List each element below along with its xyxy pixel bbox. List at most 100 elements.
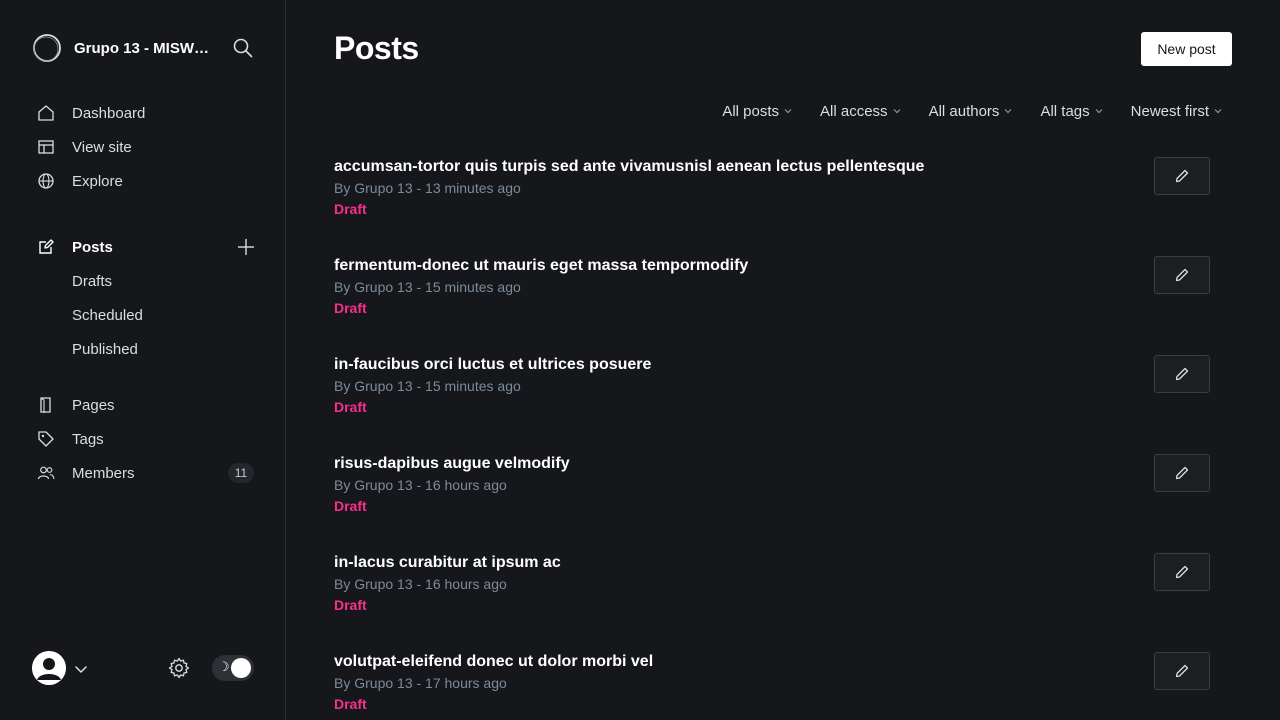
post-meta: By Grupo 13 - 15 minutes ago bbox=[334, 378, 521, 394]
primary-nav: Dashboard View site Explore bbox=[36, 96, 258, 198]
post-meta: By Grupo 13 - 16 hours ago bbox=[334, 477, 507, 493]
post-title[interactable]: in-lacus curabitur at ipsum ac bbox=[334, 552, 1210, 574]
page-icon bbox=[36, 395, 56, 415]
post-meta: By Grupo 13 - 16 hours ago bbox=[334, 576, 507, 592]
status-badge: Draft bbox=[334, 498, 367, 514]
filter-type[interactable]: All posts bbox=[722, 100, 792, 122]
edit-post-button[interactable] bbox=[1154, 553, 1210, 591]
edit-post-button[interactable] bbox=[1154, 157, 1210, 195]
post-title[interactable]: volutpat-eleifend donec ut dolor morbi v… bbox=[334, 651, 1210, 673]
post-list: accumsan-tortor quis turpis sed ante viv… bbox=[334, 156, 1210, 720]
filter-access-label: All access bbox=[820, 102, 888, 120]
moon-icon: ☽ bbox=[218, 659, 230, 674]
filter-access[interactable]: All access bbox=[820, 100, 901, 122]
edit-post-button[interactable] bbox=[1154, 256, 1210, 294]
main-content: Posts New post All posts All access All … bbox=[286, 0, 1280, 720]
filter-bar: All posts All access All authors All tag… bbox=[694, 100, 1222, 122]
nav-explore[interactable]: Explore bbox=[36, 164, 258, 198]
content-nav: Pages Tags Members 11 bbox=[36, 388, 258, 490]
tag-icon bbox=[36, 429, 56, 449]
new-post-button[interactable]: New post bbox=[1141, 32, 1232, 66]
pencil-icon bbox=[1175, 268, 1189, 282]
pencil-icon bbox=[1175, 169, 1189, 183]
post-meta: By Grupo 13 - 17 hours ago bbox=[334, 675, 507, 691]
status-badge: Draft bbox=[334, 597, 367, 613]
chevron-down-icon bbox=[1095, 109, 1103, 114]
nav-dashboard[interactable]: Dashboard bbox=[36, 96, 258, 130]
nav-scheduled-label: Scheduled bbox=[72, 306, 143, 324]
posts-nav: Posts Drafts Scheduled Published bbox=[36, 230, 258, 366]
nav-posts[interactable]: Posts bbox=[36, 230, 258, 264]
edit-post-button[interactable] bbox=[1154, 454, 1210, 492]
nav-scheduled[interactable]: Scheduled bbox=[36, 298, 258, 332]
nav-view-site[interactable]: View site bbox=[36, 130, 258, 164]
layout-icon bbox=[36, 137, 56, 157]
list-item[interactable]: volutpat-eleifend donec ut dolor morbi v… bbox=[334, 651, 1210, 720]
home-icon bbox=[36, 103, 56, 123]
post-meta: By Grupo 13 - 15 minutes ago bbox=[334, 279, 521, 295]
gear-icon[interactable] bbox=[167, 656, 191, 680]
nav-pages-label: Pages bbox=[72, 396, 115, 414]
members-count-badge: 11 bbox=[228, 463, 254, 483]
site-title[interactable]: Grupo 13 - MISW4103 bbox=[74, 40, 212, 57]
post-title[interactable]: accumsan-tortor quis turpis sed ante viv… bbox=[334, 156, 1210, 178]
list-item[interactable]: risus-dapibus augue velmodify By Grupo 1… bbox=[334, 453, 1210, 552]
sidebar-footer: ☽ bbox=[32, 651, 254, 685]
status-badge: Draft bbox=[334, 696, 367, 712]
nav-members[interactable]: Members 11 bbox=[36, 456, 258, 490]
edit-post-button[interactable] bbox=[1154, 652, 1210, 690]
list-item[interactable]: in-faucibus orci luctus et ultrices posu… bbox=[334, 354, 1210, 453]
filter-order-label: Newest first bbox=[1130, 102, 1209, 120]
list-item[interactable]: fermentum-donec ut mauris eget massa tem… bbox=[334, 255, 1210, 354]
status-badge: Draft bbox=[334, 399, 367, 415]
list-item[interactable]: in-lacus curabitur at ipsum ac By Grupo … bbox=[334, 552, 1210, 651]
nav-explore-label: Explore bbox=[72, 172, 123, 190]
list-item[interactable]: accumsan-tortor quis turpis sed ante viv… bbox=[334, 156, 1210, 255]
dark-mode-toggle[interactable]: ☽ bbox=[212, 655, 254, 681]
post-title[interactable]: in-faucibus orci luctus et ultrices posu… bbox=[334, 354, 1210, 376]
nav-pages[interactable]: Pages bbox=[36, 388, 258, 422]
edit-post-button[interactable] bbox=[1154, 355, 1210, 393]
nav-published[interactable]: Published bbox=[36, 332, 258, 366]
nav-drafts-label: Drafts bbox=[72, 272, 113, 290]
chevron-down-icon bbox=[784, 109, 792, 114]
pencil-icon bbox=[1175, 664, 1189, 678]
nav-tags[interactable]: Tags bbox=[36, 422, 258, 456]
pencil-icon bbox=[1175, 466, 1189, 480]
filter-authors-label: All authors bbox=[928, 102, 1000, 120]
chevron-down-icon bbox=[893, 109, 900, 114]
chevron-down-icon bbox=[1005, 109, 1012, 114]
user-avatar[interactable] bbox=[32, 651, 66, 685]
status-badge: Draft bbox=[334, 201, 367, 217]
globe-icon bbox=[36, 171, 56, 191]
post-title[interactable]: risus-dapibus augue velmodify bbox=[334, 453, 1210, 475]
filter-order[interactable]: Newest first bbox=[1131, 100, 1222, 122]
status-badge: Draft bbox=[334, 300, 367, 316]
sidebar: Grupo 13 - MISW4103 Dashboard View site … bbox=[0, 0, 286, 720]
search-icon[interactable] bbox=[232, 37, 254, 59]
chevron-down-icon[interactable] bbox=[74, 662, 88, 676]
nav-posts-label: Posts bbox=[72, 238, 113, 256]
nav-members-label: Members bbox=[72, 464, 135, 482]
pencil-icon bbox=[1175, 367, 1189, 381]
nav-drafts[interactable]: Drafts bbox=[36, 264, 258, 298]
toggle-knob bbox=[231, 658, 251, 678]
filter-tags-label: All tags bbox=[1040, 102, 1090, 120]
nav-dashboard-label: Dashboard bbox=[72, 104, 146, 122]
nav-published-label: Published bbox=[72, 340, 138, 358]
chevron-down-icon bbox=[1214, 109, 1222, 114]
site-logo-icon[interactable] bbox=[32, 33, 62, 63]
post-title[interactable]: fermentum-donec ut mauris eget massa tem… bbox=[334, 255, 1210, 277]
post-meta: By Grupo 13 - 13 minutes ago bbox=[334, 180, 521, 196]
new-post-plus-icon[interactable] bbox=[236, 237, 256, 257]
edit-icon bbox=[36, 237, 56, 257]
members-icon bbox=[36, 463, 56, 483]
site-header: Grupo 13 - MISW4103 bbox=[32, 32, 254, 64]
nav-tags-label: Tags bbox=[72, 430, 104, 448]
filter-tags[interactable]: All tags bbox=[1040, 100, 1103, 122]
filter-authors[interactable]: All authors bbox=[929, 100, 1013, 122]
nav-view-site-label: View site bbox=[72, 138, 132, 156]
page-title: Posts bbox=[334, 30, 419, 66]
pencil-icon bbox=[1175, 565, 1189, 579]
filter-type-label: All posts bbox=[722, 102, 780, 120]
